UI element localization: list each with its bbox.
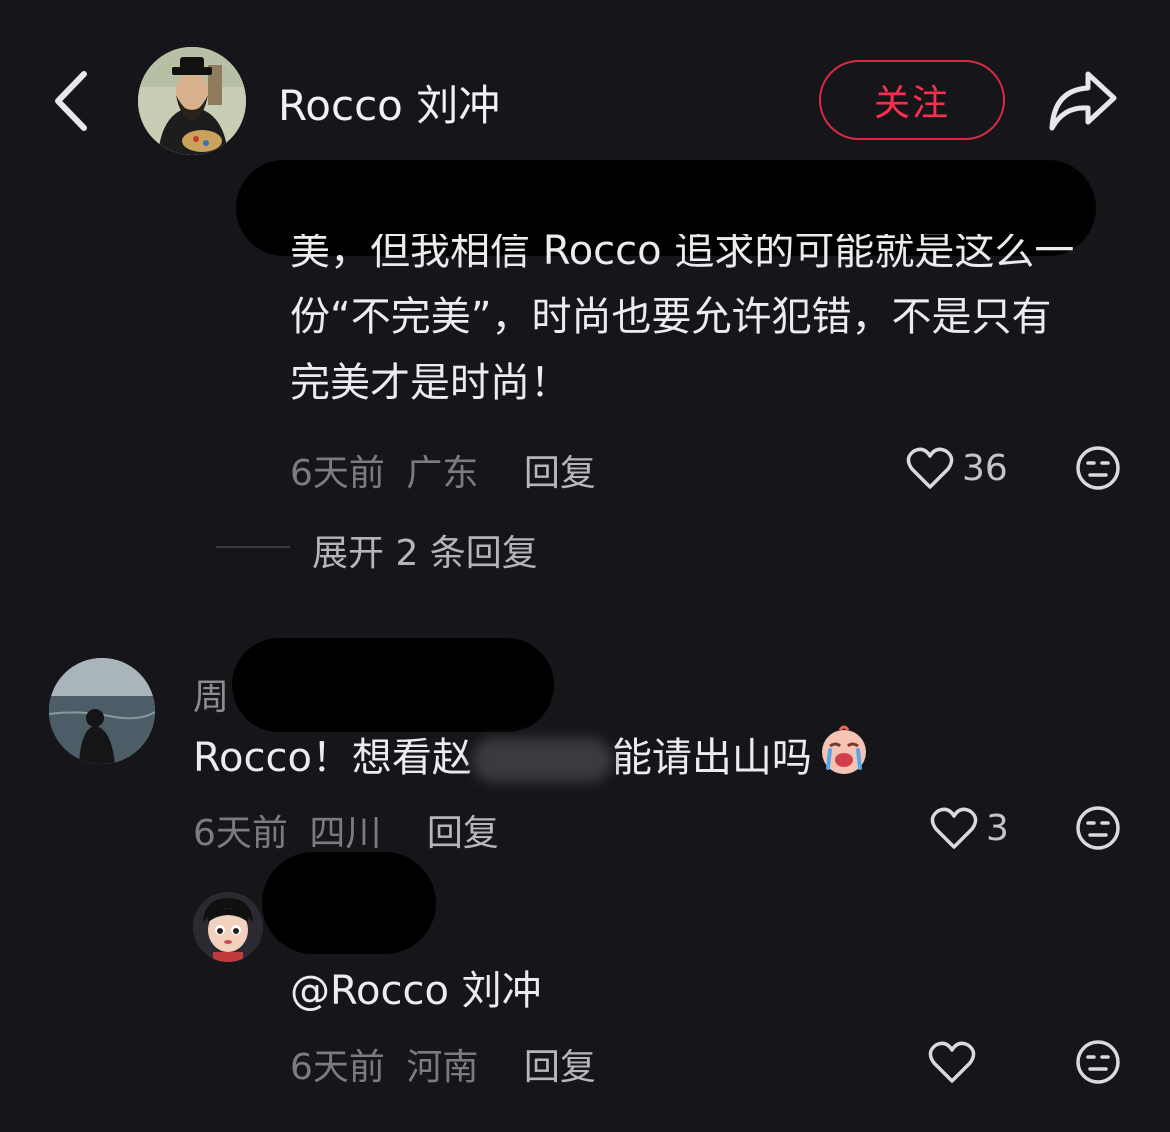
heart-icon[interactable]	[906, 446, 954, 490]
comment-text: @Rocco 刘冲	[290, 968, 542, 1014]
comment-line: 完美才是时尚！	[290, 360, 570, 406]
comment-time: 6天前	[290, 453, 385, 494]
face-icon[interactable]	[1074, 804, 1122, 852]
like-count: 3	[986, 808, 1009, 849]
redaction	[262, 852, 436, 954]
comment-meta: 6天前 广东 回复	[290, 444, 596, 496]
comment-line: 份“不完美”，时尚也要允许犯错，不是只有	[290, 294, 1052, 340]
redaction	[232, 638, 554, 732]
comment-time: 6天前	[193, 813, 288, 854]
face-icon[interactable]	[1074, 444, 1122, 492]
reply-button[interactable]: 回复	[524, 1047, 596, 1088]
comment-location: 河南	[406, 1047, 479, 1088]
avatar[interactable]	[138, 47, 246, 155]
divider	[216, 546, 290, 548]
back-icon[interactable]	[50, 68, 96, 134]
comment-meta: 6天前 河南 回复	[290, 1038, 596, 1090]
comment-line: 美，但我相信 Rocco 追求的可能就是这么一	[290, 234, 1075, 274]
reply-button[interactable]: 回复	[427, 813, 499, 854]
expand-replies-button[interactable]: 展开 2 条回复	[312, 524, 538, 576]
comment-text-start: Rocco！想看赵	[193, 735, 472, 781]
heart-icon[interactable]	[928, 1040, 976, 1084]
avatar[interactable]	[193, 892, 263, 962]
comment-text-end: 能请出山吗	[611, 735, 812, 781]
blurred-text	[471, 738, 612, 782]
follow-button[interactable]: 关注	[819, 60, 1005, 140]
share-icon[interactable]	[1046, 66, 1120, 134]
crying-emoji-icon	[818, 724, 870, 796]
comment-meta: 6天前 四川 回复	[193, 804, 499, 856]
like-count: 36	[962, 448, 1008, 489]
comment-text: 美，但我相信 Rocco 追求的可能就是这么一 份“不完美”，时尚也要允许犯错，…	[290, 234, 1130, 430]
heart-icon[interactable]	[930, 806, 978, 850]
reply-button[interactable]: 回复	[524, 453, 596, 494]
avatar[interactable]	[49, 658, 155, 764]
comment-location: 广东	[406, 453, 479, 494]
face-icon[interactable]	[1074, 1038, 1122, 1086]
page-title: Rocco 刘冲	[278, 81, 501, 130]
comment-text: Rocco！想看赵 能请出山吗	[193, 724, 870, 796]
comment-location: 四川	[309, 813, 382, 854]
username[interactable]: 周	[193, 668, 229, 720]
comment-time: 6天前	[290, 1047, 385, 1088]
